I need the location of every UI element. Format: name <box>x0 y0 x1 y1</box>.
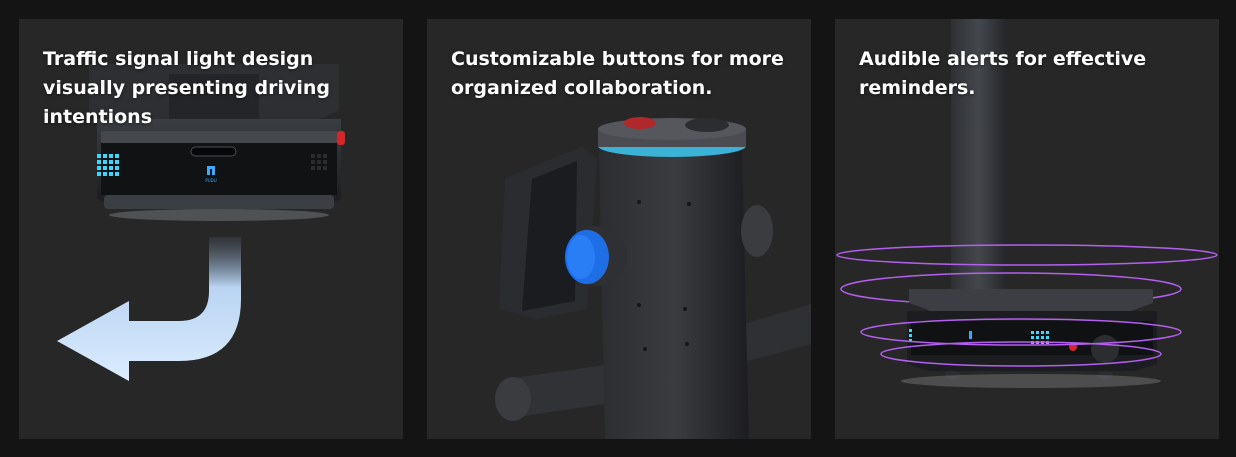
feature-title: Customizable buttons for more organized … <box>451 48 784 99</box>
feature-title: Audible alerts for effective reminders. <box>859 48 1147 99</box>
feature-card-custom-buttons: Customizable buttons for more organized … <box>427 19 811 439</box>
feature-card-audible-alerts: Audible alerts for effective reminders. <box>835 19 1219 439</box>
feature-card-traffic-signal: PUDU Traffic signal light design visuall… <box>19 19 403 439</box>
feature-title: Traffic signal light design visually pre… <box>43 48 331 128</box>
sound-wave-ring <box>836 244 1218 266</box>
svg-text:PUDU: PUDU <box>205 178 216 183</box>
emergency-stop-icon <box>624 117 656 129</box>
turn-left-arrow-icon <box>57 237 241 381</box>
